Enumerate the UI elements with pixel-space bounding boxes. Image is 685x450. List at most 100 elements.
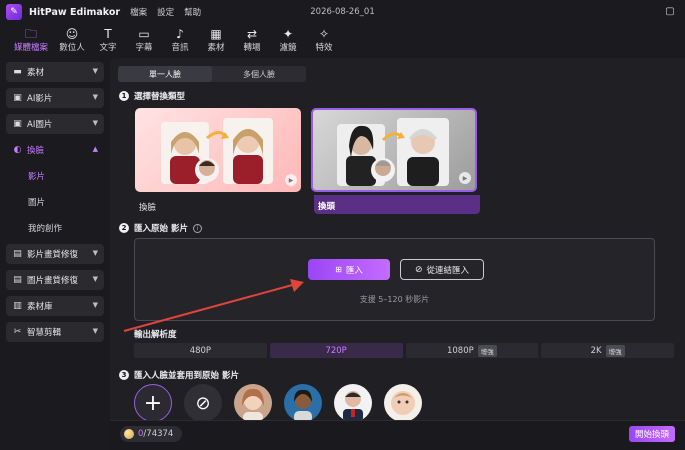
sidebar-subitem-my-creations[interactable]: 我的創作 (6, 218, 104, 238)
tab-multi-face[interactable]: 多個人臉 (212, 66, 306, 82)
tool-effects[interactable]: ✧ 特效 (306, 24, 342, 56)
chevron-down-icon: ▼ (92, 301, 98, 309)
folder-icon: ▬ (13, 67, 22, 77)
tool-transition-label: 轉場 (243, 43, 261, 53)
sidebar: ▬ 素材 ▼ ▣ AI影片 ▼ ▣ AI圖片 ▼ ◐ 換臉 ▲ 影片 圖片 我的… (0, 58, 110, 450)
link-icon: ⊘ (414, 264, 423, 275)
face-swap-preview-image (161, 118, 273, 184)
resolution-720p[interactable]: 720P (269, 343, 403, 358)
import-from-link-label: 從連結匯入 (426, 265, 470, 276)
sidebar-subitem-image[interactable]: 圖片 (6, 192, 104, 212)
resolution-options: 480P 720P 1080P 增強 2K 增強 (134, 343, 674, 358)
coin-icon (124, 429, 134, 439)
sidebar-item-ai-image[interactable]: ▣ AI圖片 ▼ (6, 114, 104, 134)
face-swap-icon: ◐ (13, 145, 22, 155)
subtitle-icon: ▭ (138, 27, 150, 41)
menu-settings[interactable]: 設定 (157, 6, 174, 18)
transition-icon: ⇄ (246, 27, 258, 41)
sidebar-item-label: 影片畫質修復 (27, 250, 79, 260)
import-icon: ⊞ (335, 265, 342, 274)
chevron-down-icon: ▼ (92, 327, 98, 335)
play-icon[interactable]: ▶ (459, 172, 471, 184)
tool-text-label: 文字 (99, 43, 117, 53)
menu-help[interactable]: 幫助 (184, 6, 201, 18)
sidebar-item-assets[interactable]: ▬ 素材 ▼ (6, 62, 104, 82)
no-face-button[interactable]: ⊘ (184, 384, 222, 422)
sidebar-item-image-enhance[interactable]: ▤ 圖片畫質修復 ▼ (6, 270, 104, 290)
face-option[interactable] (234, 384, 272, 422)
upload-hint: 支援 5–120 秒影片 (359, 295, 430, 304)
sidebar-item-label: 智慧剪輯 (27, 328, 62, 338)
import-from-link-button[interactable]: ⊘ 從連結匯入 (400, 259, 484, 280)
face-mode-tabs: 單一人臉 多個人臉 (118, 66, 306, 82)
swap-type-card-face[interactable]: ▶ (135, 108, 301, 192)
swap-type-label-head: 換頭 (314, 195, 480, 214)
sidebar-item-label: 素材庫 (27, 302, 53, 312)
tool-transition[interactable]: ⇄ 轉場 (234, 24, 270, 56)
resolution-label: 480P (189, 345, 212, 356)
chevron-down-icon: ▼ (92, 67, 98, 75)
step2-label: 匯入原始 影片 (134, 224, 188, 234)
import-button[interactable]: ⊞ 匯入 (308, 259, 390, 280)
enhance-badge: 增強 (477, 344, 497, 357)
tool-audio-label: 音訊 (171, 43, 189, 53)
face-option[interactable] (384, 384, 422, 422)
ai-image-icon: ▣ (13, 119, 22, 129)
avatar-person-icon: ☺ (65, 27, 79, 41)
library-icon: ▥ (13, 301, 22, 311)
upload-dropzone[interactable]: ⊞ 匯入 ⊘ 從連結匯入 支援 5–120 秒影片 (134, 238, 655, 321)
resolution-2k[interactable]: 2K 增強 (541, 343, 674, 358)
sidebar-item-face-swap[interactable]: ◐ 換臉 ▲ (6, 140, 104, 160)
menu-file[interactable]: 檔案 (130, 6, 147, 18)
step3-label: 匯入人臉並套用到原始 影片 (134, 371, 239, 381)
face-picker: + ⊘ (134, 384, 422, 424)
sidebar-item-ai-video[interactable]: ▣ AI影片 ▼ (6, 88, 104, 108)
start-head-swap-button[interactable]: 開始換頭 (629, 426, 675, 442)
image-enhance-icon: ▤ (13, 275, 22, 285)
app-logo-icon: ✎ (6, 4, 22, 20)
smart-cut-icon: ✂ (13, 327, 22, 337)
tool-effects-label: 特效 (315, 43, 333, 53)
step2-title: 2 匯入原始 影片 i (119, 222, 202, 234)
bottom-bar: 0 /74374 開始換頭 (110, 420, 685, 450)
resolution-480p[interactable]: 480P (134, 343, 267, 358)
tool-media[interactable]: 🗀 媒體檔案 (8, 24, 54, 56)
tool-audio[interactable]: ♪ 音訊 (162, 24, 198, 56)
info-icon[interactable]: i (192, 223, 202, 233)
step1-label: 選擇替換類型 (134, 92, 186, 102)
sidebar-item-label: AI影片 (27, 94, 53, 104)
tool-subtitle[interactable]: ▭ 字幕 (126, 24, 162, 56)
tool-assets-label: 素材 (207, 43, 225, 53)
tool-assets[interactable]: ▦ 素材 (198, 24, 234, 56)
sidebar-subitem-video[interactable]: 影片 (6, 166, 104, 186)
tab-single-face[interactable]: 單一人臉 (118, 66, 212, 82)
resolution-title: 輸出解析度 (134, 330, 177, 340)
face-option[interactable] (334, 384, 372, 422)
tool-subtitle-label: 字幕 (135, 43, 153, 53)
swap-type-card-head[interactable]: ▶ (311, 108, 477, 192)
title-bar: ✎ HitPaw Edimakor 檔案 設定 幫助 2026-08-26_01… (0, 0, 685, 24)
sidebar-item-library[interactable]: ▥ 素材庫 ▼ (6, 296, 104, 316)
chevron-down-icon: ▼ (92, 275, 98, 283)
media-icon: 🗀 (24, 27, 37, 41)
sidebar-item-smart-cut[interactable]: ✂ 智慧剪輯 ▼ (6, 322, 104, 342)
grid-icon: ▦ (210, 27, 222, 41)
face-thumbnail-woman-1 (234, 384, 272, 422)
sidebar-item-label: 換臉 (27, 146, 45, 156)
sidebar-item-video-enhance[interactable]: ▤ 影片畫質修復 ▼ (6, 244, 104, 264)
resolution-1080p[interactable]: 1080P 增強 (405, 343, 539, 358)
step3-title: 3 匯入人臉並套用到原始 影片 (119, 369, 239, 381)
tool-text[interactable]: T 文字 (90, 24, 126, 56)
face-option[interactable] (284, 384, 322, 422)
video-enhance-icon: ▤ (13, 249, 22, 259)
main-toolbar: 🗀 媒體檔案 ☺ 數位人 T 文字 ▭ 字幕 ♪ 音訊 ▦ 素材 ⇄ 轉場 ✦ … (0, 24, 685, 58)
play-icon[interactable]: ▶ (285, 174, 297, 186)
sidebar-item-label: AI圖片 (27, 120, 53, 130)
tool-avatar[interactable]: ☺ 數位人 (54, 24, 90, 56)
add-face-button[interactable]: + (134, 384, 172, 422)
tool-filter[interactable]: ✦ 濾鏡 (270, 24, 306, 56)
head-swap-preview-image (337, 118, 449, 186)
window-icon[interactable]: ▢ (663, 4, 677, 18)
text-icon: T (104, 27, 112, 41)
tool-avatar-label: 數位人 (59, 43, 85, 53)
